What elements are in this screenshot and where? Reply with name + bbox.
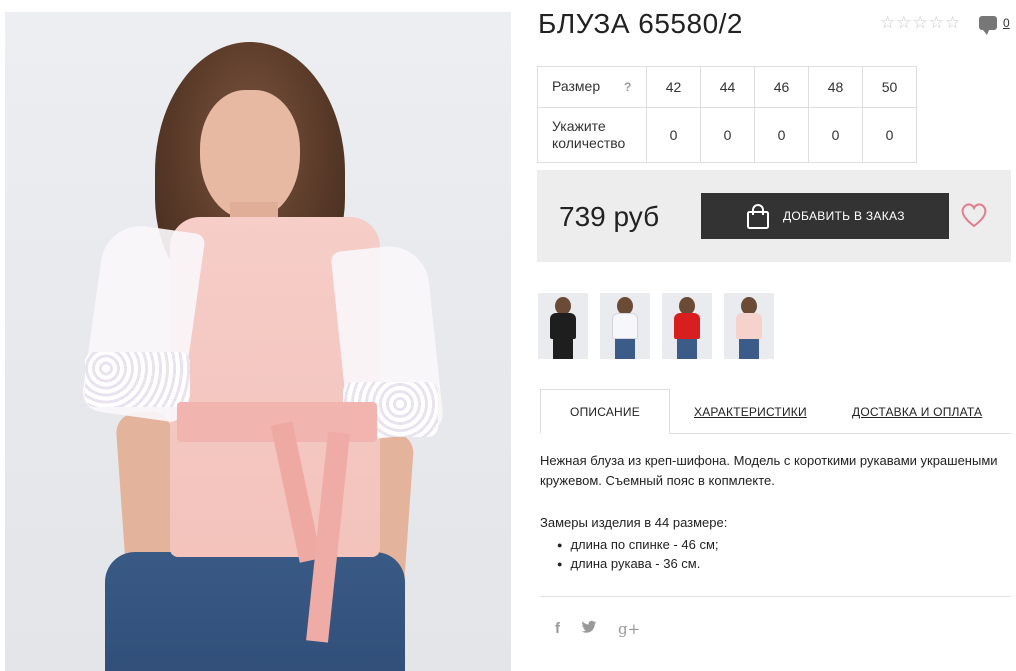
product-description: Нежная блуза из креп-шифона. Модель с ко… <box>540 453 998 488</box>
heart-icon[interactable] <box>959 200 989 230</box>
quantity-label: Укажите количество <box>537 107 647 163</box>
size-value: 46 <box>754 66 809 108</box>
tab-delivery-payment[interactable]: ДОСТАВКА И ОПЛАТА <box>852 389 982 434</box>
add-to-order-button[interactable]: ДОБАВИТЬ В ЗАКАЗ <box>701 193 949 239</box>
price: 739 руб <box>559 201 660 232</box>
product-main-image[interactable] <box>5 12 511 671</box>
model-jeans <box>105 552 405 671</box>
size-value: 44 <box>700 66 755 108</box>
star-icon[interactable]: ☆ <box>929 14 944 31</box>
social-share: f g+ <box>555 620 640 638</box>
divider <box>540 596 1011 597</box>
facebook-icon[interactable]: f <box>555 620 560 638</box>
size-quantity-table: Размер ? 42 44 46 48 50 Укажите количест… <box>537 66 917 163</box>
product-title: БЛУЗА 65580/2 <box>538 8 744 39</box>
size-help-icon[interactable]: ? <box>624 80 631 94</box>
twitter-icon[interactable] <box>581 620 597 638</box>
thumb-blouse <box>736 313 762 339</box>
rating-stars[interactable]: ☆ ☆ ☆ ☆ ☆ <box>880 14 960 31</box>
list-item: длина по спинке - 46 см; <box>557 536 718 555</box>
star-icon[interactable]: ☆ <box>880 14 895 31</box>
size-label-cell: Размер ? <box>537 66 647 108</box>
thumb-legs <box>553 339 573 359</box>
comment-icon[interactable] <box>979 16 997 35</box>
quantity-field[interactable]: 0 <box>862 107 917 163</box>
thumbnail-gallery <box>538 293 774 359</box>
google-plus-icon[interactable]: g+ <box>618 620 640 638</box>
star-icon[interactable]: ☆ <box>945 14 960 31</box>
thumbnail-red[interactable] <box>662 293 712 359</box>
tab-description[interactable]: ОПИСАНИЕ <box>540 389 670 434</box>
thumb-legs <box>739 339 759 359</box>
lace-trim-left <box>85 352 190 407</box>
comments-count-link[interactable]: 0 <box>1003 16 1010 30</box>
quantity-field[interactable]: 0 <box>700 107 755 163</box>
size-value: 50 <box>862 66 917 108</box>
size-value: 48 <box>808 66 863 108</box>
shopping-bag-icon <box>747 204 769 229</box>
thumbnail-pink[interactable] <box>724 293 774 359</box>
measurements-list: длина по спинке - 46 см; длина рукава - … <box>557 536 719 574</box>
model-face <box>200 90 300 220</box>
thumb-blouse <box>674 313 700 339</box>
twitter-bird-icon <box>581 620 597 633</box>
thumbnail-white[interactable] <box>600 293 650 359</box>
size-label: Размер <box>552 78 601 94</box>
size-value: 42 <box>646 66 701 108</box>
tab-characteristics[interactable]: ХАРАКТЕРИСТИКИ <box>694 389 807 434</box>
star-icon[interactable]: ☆ <box>913 14 928 31</box>
quantity-field[interactable]: 0 <box>808 107 863 163</box>
star-icon[interactable]: ☆ <box>896 14 911 31</box>
product-tabs: ОПИСАНИЕ ХАРАКТЕРИСТИКИ ДОСТАВКА И ОПЛАТ… <box>540 389 1011 434</box>
thumb-legs <box>615 339 635 359</box>
thumb-blouse <box>550 313 576 339</box>
price-box: 739 руб ДОБАВИТЬ В ЗАКАЗ <box>537 170 1011 262</box>
add-to-order-label: ДОБАВИТЬ В ЗАКАЗ <box>783 209 905 223</box>
thumb-blouse <box>612 313 638 339</box>
quantity-field[interactable]: 0 <box>646 107 701 163</box>
thumb-legs <box>677 339 697 359</box>
measurements-title: Замеры изделия в 44 размере: <box>540 515 728 530</box>
thumbnail-black[interactable] <box>538 293 588 359</box>
list-item: длина рукава - 36 см. <box>557 555 719 574</box>
quantity-field[interactable]: 0 <box>754 107 809 163</box>
